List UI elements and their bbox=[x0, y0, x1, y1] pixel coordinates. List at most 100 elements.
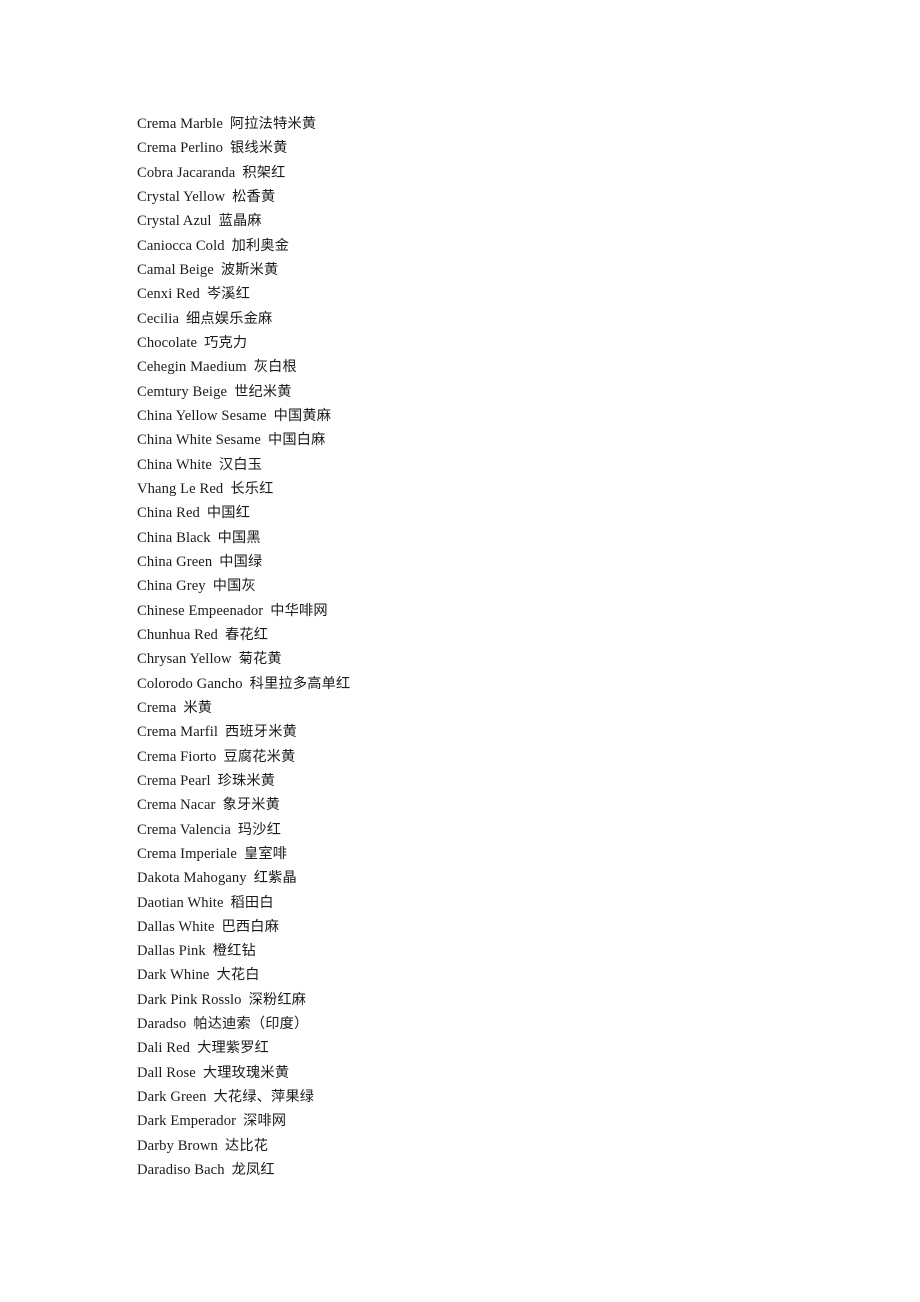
stone-name-chinese: 皇室啡 bbox=[243, 845, 288, 862]
stone-name-english: Colorodo Gancho bbox=[137, 675, 243, 692]
stone-name-english: Chunhua Red bbox=[137, 626, 218, 643]
list-item: Cenxi Red 岑溪红 bbox=[137, 282, 857, 306]
stone-name-chinese: 银线米黄 bbox=[230, 140, 288, 157]
stone-name-chinese: 世纪米黄 bbox=[234, 383, 292, 400]
list-item: Colorodo Gancho 科里拉多高单红 bbox=[137, 672, 857, 696]
stone-name-chinese: 中国绿 bbox=[219, 553, 263, 570]
stone-name-english: Cemtury Beige bbox=[137, 383, 228, 400]
list-item: China Green 中国绿 bbox=[137, 550, 857, 574]
list-item: China Grey 中国灰 bbox=[137, 574, 857, 598]
list-item: Dallas White 巴西白麻 bbox=[137, 915, 857, 939]
stone-name-english: Crema Fiorto bbox=[137, 748, 217, 765]
list-item: China White 汉白玉 bbox=[137, 453, 857, 477]
stone-name-chinese: 稻田白 bbox=[230, 894, 274, 911]
stone-name-chinese: 巴西白麻 bbox=[221, 918, 280, 935]
list-item: Cemtury Beige 世纪米黄 bbox=[137, 380, 857, 404]
stone-name-english: Vhang Le Red bbox=[137, 480, 224, 497]
stone-name-english: Dark Emperador bbox=[137, 1113, 237, 1130]
stone-name-chinese: 积架红 bbox=[242, 164, 286, 181]
stone-name-english: Darby Brown bbox=[137, 1137, 218, 1154]
stone-name-english: Chrysan Yellow bbox=[137, 651, 232, 668]
list-item: Caniocca Cold 加利奥金 bbox=[137, 234, 857, 258]
list-item: Cecilia 细点娱乐金麻 bbox=[137, 307, 857, 331]
stone-name-english: Crema Perlino bbox=[137, 140, 224, 157]
list-item: Dark Whine 大花白 bbox=[137, 963, 857, 987]
stone-name-english: China Green bbox=[137, 553, 213, 570]
stone-name-chinese: 西班牙米黄 bbox=[225, 724, 297, 741]
list-item: Crystal Azul 蓝晶麻 bbox=[137, 209, 857, 233]
stone-name-chinese: 中国黄麻 bbox=[273, 407, 332, 424]
stone-name-chinese: 蓝晶麻 bbox=[218, 213, 262, 230]
list-item: Crema Perlino 银线米黄 bbox=[137, 136, 857, 160]
stone-name-chinese: 中国白麻 bbox=[267, 432, 326, 449]
stone-name-english: China Black bbox=[137, 529, 211, 546]
stone-name-chinese: 米黄 bbox=[183, 699, 213, 716]
stone-name-english: Daotian White bbox=[137, 894, 224, 911]
stone-name-chinese: 深粉红麻 bbox=[248, 991, 307, 1008]
list-item: Crema 米黄 bbox=[137, 696, 857, 720]
stone-name-english: Crema Marble bbox=[137, 116, 223, 132]
list-item: Crema Fiorto 豆腐花米黄 bbox=[137, 745, 857, 769]
stone-name-chinese: 汉白玉 bbox=[219, 456, 263, 473]
list-item: Crema Imperiale 皇室啡 bbox=[137, 842, 857, 866]
list-item: China Yellow Sesame 中国黄麻 bbox=[137, 404, 857, 428]
list-item: Camal Beige 波斯米黄 bbox=[137, 258, 857, 282]
list-item: Chinese Empeenador 中华啡网 bbox=[137, 599, 857, 623]
list-item: Chrysan Yellow 菊花黄 bbox=[137, 647, 857, 671]
stone-name-list: Crema Marble 阿拉法特米黄 Crema Perlino 银线米黄 Cobra… bbox=[137, 112, 857, 1182]
stone-name-english: Dali Red bbox=[137, 1040, 191, 1057]
stone-name-english: Chocolate bbox=[137, 334, 198, 351]
stone-name-english: China White Sesame bbox=[137, 432, 261, 449]
stone-name-english: Crema Nacar bbox=[137, 797, 216, 814]
stone-name-chinese: 中国红 bbox=[206, 505, 251, 522]
stone-name-chinese: 红紫晶 bbox=[253, 870, 297, 887]
stone-name-english: Daradso bbox=[137, 1016, 187, 1033]
stone-name-chinese: 春花红 bbox=[224, 626, 269, 643]
stone-name-chinese: 橙红钻 bbox=[212, 943, 256, 960]
list-item: Chocolate 巧克力 bbox=[137, 331, 857, 355]
list-item: China White Sesame 中国白麻 bbox=[137, 428, 857, 452]
list-item: Crystal Yellow 松香黄 bbox=[137, 185, 857, 209]
stone-name-english: Crema Pearl bbox=[137, 772, 211, 789]
stone-name-english: Crema Marfil bbox=[137, 724, 219, 741]
list-item: Crema Marble 阿拉法特米黄 bbox=[137, 112, 857, 136]
list-item: Cehegin Maedium 灰白根 bbox=[137, 355, 857, 379]
list-item: Crema Valencia 玛沙红 bbox=[137, 818, 857, 842]
stone-name-english: Dallas Pink bbox=[137, 943, 206, 960]
list-item: Crema Nacar 象牙米黄 bbox=[137, 793, 857, 817]
list-item: Dall Rose 大理玫瑰米黄 bbox=[137, 1061, 857, 1085]
stone-name-chinese: 中华啡网 bbox=[270, 602, 328, 619]
stone-name-english: Dall Rose bbox=[137, 1064, 196, 1081]
stone-name-english: Crystal Yellow bbox=[137, 188, 226, 205]
stone-name-chinese: 加利奥金 bbox=[231, 237, 290, 254]
document-page: Crema Marble 阿拉法特米黄 Crema Perlino 银线米黄 Cobra… bbox=[0, 0, 920, 1302]
stone-name-english: China Grey bbox=[137, 578, 206, 595]
stone-name-english: Daradiso Bach bbox=[137, 1162, 225, 1179]
stone-name-chinese: 菊花黄 bbox=[238, 651, 282, 668]
stone-name-chinese: 达比花 bbox=[224, 1137, 269, 1154]
stone-name-english: Dark Pink Rosslo bbox=[137, 991, 242, 1008]
stone-name-chinese: 玛沙红 bbox=[237, 821, 282, 838]
stone-name-english: China Red bbox=[137, 505, 200, 522]
stone-name-english: Cobra Jacaranda bbox=[137, 164, 236, 181]
stone-name-chinese: 细点娱乐金麻 bbox=[186, 310, 273, 327]
stone-name-english: Cecilia bbox=[137, 310, 180, 327]
list-item: Daradso 帕达迪索（印度） bbox=[137, 1012, 857, 1036]
stone-name-chinese: 象牙米黄 bbox=[222, 797, 281, 814]
stone-name-chinese: 岑溪红 bbox=[206, 286, 251, 303]
stone-name-chinese: 豆腐花米黄 bbox=[223, 748, 296, 765]
stone-name-english: China Yellow Sesame bbox=[137, 407, 267, 424]
list-item: Chunhua Red 春花红 bbox=[137, 623, 857, 647]
stone-name-chinese: 帕达迪索（印度） bbox=[193, 1016, 309, 1033]
list-item: Cobra Jacaranda 积架红 bbox=[137, 161, 857, 185]
list-item: Crema Marfil 西班牙米黄 bbox=[137, 720, 857, 744]
list-item: Dakota Mahogany 红紫晶 bbox=[137, 866, 857, 890]
list-item: Vhang Le Red 长乐红 bbox=[137, 477, 857, 501]
stone-name-chinese: 大花白 bbox=[216, 967, 260, 984]
stone-name-chinese: 科里拉多高单红 bbox=[249, 675, 351, 692]
stone-name-chinese: 珍珠米黄 bbox=[217, 772, 276, 789]
stone-name-english: Crema Imperiale bbox=[137, 845, 237, 862]
stone-name-english: Caniocca Cold bbox=[137, 237, 225, 254]
list-item: China Red 中国红 bbox=[137, 501, 857, 525]
stone-name-english: Chinese Empeenador bbox=[137, 602, 264, 619]
